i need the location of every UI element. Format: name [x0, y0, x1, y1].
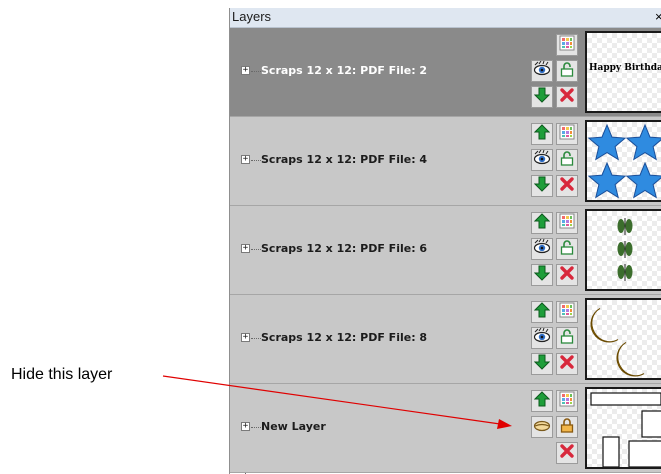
arrow-up-icon [533, 390, 551, 412]
thumbnail-text: Happy Birthday [589, 63, 661, 73]
arrow-up-icon [533, 212, 551, 234]
delete-layer-button[interactable] [556, 442, 578, 464]
eye-icon [533, 327, 551, 349]
delete-layer-button[interactable] [556, 86, 578, 108]
expand-layer-button[interactable]: + [241, 244, 250, 253]
layer-name: Scraps 12 x 12: PDF File: 6 [261, 242, 428, 255]
panel-titlebar: Layers × [230, 8, 661, 28]
expand-layer-button[interactable]: + [241, 333, 250, 342]
layer-name: Scraps 12 x 12: PDF File: 4 [261, 153, 428, 166]
eye-icon [533, 60, 551, 82]
lock-layer-button[interactable] [556, 60, 578, 82]
layer-row[interactable]: + Scraps 12 x 12: PDF File: 8 [230, 295, 661, 384]
move-layer-down-button[interactable] [531, 175, 553, 197]
unlock-layer-button[interactable] [556, 416, 578, 438]
layer-thumbnail[interactable] [585, 120, 661, 202]
layer-name: New Layer [261, 420, 326, 433]
layer-name: Scraps 12 x 12: PDF File: 2 [261, 64, 428, 77]
lock-layer-button[interactable] [556, 238, 578, 260]
lock-icon [559, 417, 575, 438]
move-layer-up-button[interactable] [531, 212, 553, 234]
expand-layer-button[interactable]: + [241, 155, 250, 164]
annotation-label: Hide this layer [11, 366, 113, 383]
layer-row[interactable]: + Scraps 12 x 12: PDF File: 2 Happy Birthd… [230, 28, 661, 117]
layer-properties-button[interactable] [556, 212, 578, 234]
delete-layer-button[interactable] [556, 175, 578, 197]
arrow-down-icon [533, 176, 551, 197]
unlock-icon [559, 239, 575, 260]
layer-row[interactable]: + Scraps 12 x 12: PDF File: 6 [230, 206, 661, 295]
layer-thumbnail[interactable]: Happy Birthday [585, 31, 661, 113]
expand-layer-button[interactable]: + [241, 66, 250, 75]
arrow-down-icon [533, 265, 551, 286]
hide-layer-button[interactable] [531, 327, 553, 349]
layers-panel: Layers × + Scraps 12 x 12: PDF File: 2 Hap… [229, 8, 661, 474]
layer-properties-button[interactable] [556, 34, 578, 56]
delete-layer-button[interactable] [556, 353, 578, 375]
delete-x-icon [559, 265, 575, 286]
layer-thumbnail[interactable] [585, 298, 661, 380]
arrow-up-icon [533, 301, 551, 323]
delete-x-icon [559, 176, 575, 197]
tree-connector [251, 249, 261, 250]
move-layer-up-button[interactable] [531, 301, 553, 323]
panel-title: Layers [232, 9, 272, 24]
unlock-icon [559, 150, 575, 171]
delete-layer-button[interactable] [556, 264, 578, 286]
delete-x-icon [559, 354, 575, 375]
move-layer-down-button[interactable] [531, 86, 553, 108]
arrow-up-icon [533, 123, 551, 145]
move-layer-down-button[interactable] [531, 264, 553, 286]
tree-connector [251, 338, 261, 339]
palette-grid-icon [559, 124, 575, 145]
palette-grid-icon [559, 302, 575, 323]
move-layer-up-button[interactable] [531, 123, 553, 145]
arrow-down-icon [533, 354, 551, 375]
tree-connector [251, 427, 261, 428]
move-layer-up-button[interactable] [531, 390, 553, 412]
hide-layer-button[interactable] [531, 149, 553, 171]
eye-icon [533, 238, 551, 260]
tree-connector [251, 71, 261, 72]
eye-closed-icon [533, 417, 551, 438]
layer-row[interactable]: + Scraps 12 x 12: PDF File: 4 [230, 117, 661, 206]
palette-grid-icon [559, 391, 575, 412]
expand-layer-button[interactable]: + [241, 422, 250, 431]
unlock-icon [559, 61, 575, 82]
lock-layer-button[interactable] [556, 149, 578, 171]
delete-x-icon [559, 443, 575, 464]
layer-properties-button[interactable] [556, 390, 578, 412]
arrow-down-icon [533, 87, 551, 108]
lock-layer-button[interactable] [556, 327, 578, 349]
layer-properties-button[interactable] [556, 301, 578, 323]
unlock-icon [559, 328, 575, 349]
eye-icon [533, 149, 551, 171]
palette-grid-icon [559, 35, 575, 56]
hide-layer-button[interactable] [531, 60, 553, 82]
palette-grid-icon [559, 213, 575, 234]
layer-properties-button[interactable] [556, 123, 578, 145]
layer-row[interactable]: + New Layer [230, 384, 661, 473]
delete-x-icon [559, 87, 575, 108]
show-layer-button[interactable] [531, 416, 553, 438]
hide-layer-button[interactable] [531, 238, 553, 260]
layer-name: Scraps 12 x 12: PDF File: 8 [261, 331, 428, 344]
move-layer-down-button[interactable] [531, 353, 553, 375]
tree-connector [251, 160, 261, 161]
close-icon[interactable]: × [655, 9, 661, 24]
layer-thumbnail[interactable] [585, 209, 661, 291]
layer-thumbnail[interactable] [585, 387, 661, 469]
